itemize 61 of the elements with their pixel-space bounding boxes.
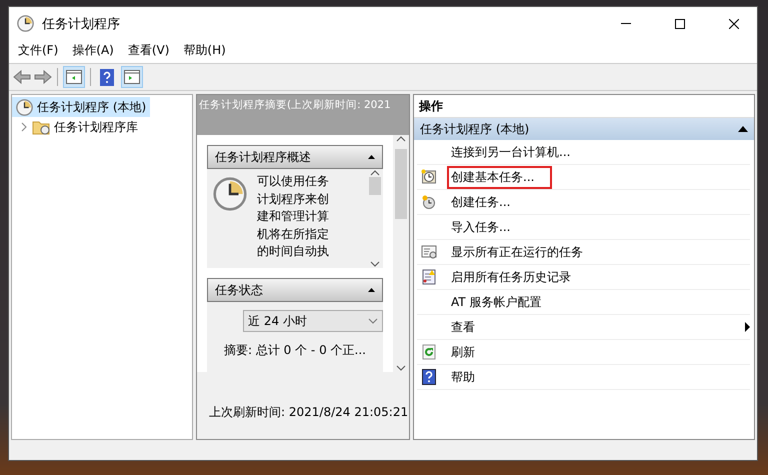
scroll-up-icon[interactable] (370, 169, 380, 177)
group-title: 任务计划程序 (本地) (420, 120, 530, 138)
menu-item[interactable]: 查看(V) (122, 41, 174, 60)
collapse-icon[interactable] (738, 126, 748, 132)
tree-item[interactable]: 任务计划程序 (本地) (12, 97, 150, 117)
action-link[interactable]: 连接到另一台计算机... (447, 140, 574, 164)
action-link[interactable]: 启用所有任务历史记录 (447, 266, 575, 288)
action-link[interactable]: 导入任务... (447, 216, 514, 238)
clock-icon (421, 194, 437, 210)
notebook-icon (421, 269, 437, 285)
pane-icon (124, 70, 140, 84)
section-title: 任务计划程序概述 (215, 148, 311, 166)
folder-clock-icon (32, 119, 50, 135)
app-icon (17, 15, 34, 32)
summary-header: 任务计划程序摘要(上次刷新时间: 2021 (199, 99, 391, 111)
action-link[interactable]: 创建任务... (447, 190, 514, 214)
close-icon[interactable] (729, 18, 739, 28)
scroll-down-icon[interactable] (370, 260, 380, 268)
last-refresh-text: 上次刷新时间: 2021/8/24 21:05:21 (208, 404, 409, 421)
list-clock-icon (421, 244, 437, 260)
tree-item[interactable]: 任务计划程序库 (16, 117, 142, 137)
scrollbar-thumb[interactable] (368, 177, 380, 195)
chevron-icon[interactable] (20, 122, 28, 132)
scroll-up-icon[interactable] (396, 135, 406, 143)
actions-group-header[interactable]: 任务计划程序 (本地) (414, 118, 754, 140)
forward-icon[interactable] (34, 70, 52, 84)
overview-text: 可以使用任务计划程序来创建和管理计算机将在所指定的时间自动执 (256, 173, 330, 260)
menu-item[interactable]: 文件(F) (13, 41, 64, 60)
window-title: 任务计划程序 (42, 16, 121, 32)
clock-icon (213, 177, 247, 211)
submenu-arrow-icon[interactable] (745, 322, 750, 332)
pane-icon (66, 70, 82, 84)
help-icon (421, 369, 437, 385)
section-title: 任务状态 (215, 282, 263, 298)
action-link[interactable]: 显示所有正在运行的任务 (447, 240, 587, 264)
tree-label: 任务计划程序 (本地) (37, 98, 146, 116)
toggle-tree-button[interactable] (63, 66, 85, 88)
scrollbar-thumb[interactable] (395, 149, 407, 219)
back-icon[interactable] (13, 70, 31, 84)
clock-icon (16, 98, 33, 116)
help-icon (100, 68, 114, 86)
action-link[interactable]: 刷新 (447, 340, 479, 364)
menu-item[interactable]: 操作(A) (67, 41, 119, 60)
tree-label: 任务计划程序库 (54, 118, 138, 136)
collapse-icon[interactable] (368, 155, 375, 159)
clock-icon (421, 169, 437, 185)
time-range-dropdown[interactable]: 近 24 小时 (243, 310, 383, 332)
action-link[interactable]: 查看 (447, 316, 479, 338)
action-link[interactable]: 帮助 (447, 366, 479, 388)
section-header[interactable]: 任务状态 (207, 278, 383, 302)
action-link[interactable]: AT 服务帐户配置 (447, 290, 546, 314)
scroll-down-icon[interactable] (396, 364, 406, 372)
menu-item[interactable]: 帮助(H) (178, 41, 231, 60)
action-link[interactable]: 创建基本任务... (447, 166, 552, 188)
chevron-down-icon (368, 318, 378, 324)
summary-text: 摘要: 总计 0 个 - 0 个正... (224, 342, 366, 359)
section-header[interactable]: 任务计划程序概述 (207, 145, 383, 169)
refresh-icon (421, 344, 437, 360)
collapse-icon[interactable] (368, 288, 375, 292)
toggle-actions-button[interactable] (121, 66, 143, 88)
maximize-icon[interactable] (675, 18, 685, 28)
